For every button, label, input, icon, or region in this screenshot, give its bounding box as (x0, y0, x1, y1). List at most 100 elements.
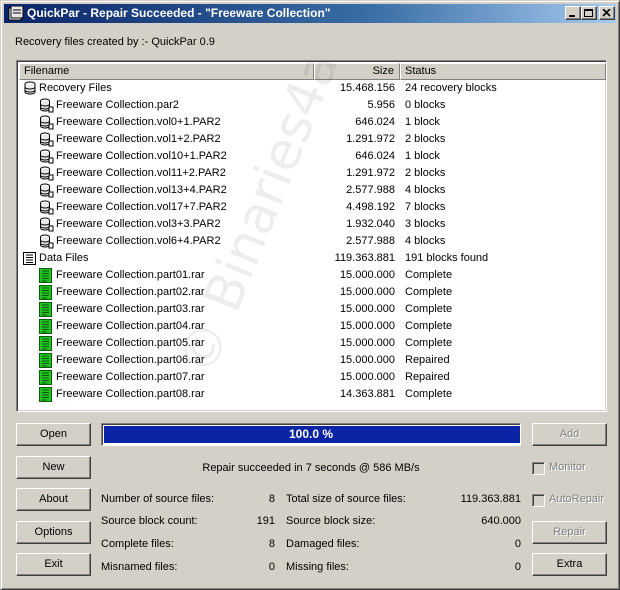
quickpar-window: QuickPar - Repair Succeeded - "Freeware … (0, 0, 620, 590)
close-button[interactable] (599, 6, 615, 20)
file-size: 14.363.881 (339, 388, 395, 400)
file-status: Complete (405, 388, 453, 400)
file-name: Freeware Collection.part04.rar (56, 320, 205, 332)
options-button[interactable]: Options (16, 521, 91, 544)
list-item[interactable]: Freeware Collection.vol17+7.PAR2 4.498.19… (19, 199, 606, 216)
missing-files-label: Missing files: (286, 561, 349, 573)
minimize-button[interactable] (565, 6, 581, 20)
maximize-button[interactable] (581, 6, 597, 20)
monitor-checkbox-box[interactable] (532, 462, 545, 475)
par-file-icon (38, 98, 54, 113)
file-status: 1 block (405, 116, 440, 128)
list-item[interactable]: Freeware Collection.part04.rar 15.000.000… (19, 318, 606, 335)
list-group-row[interactable]: Recovery Files 15.468.156 24 recovery bloc… (19, 80, 606, 97)
file-status: Complete (405, 320, 453, 332)
file-status: 4 blocks (405, 184, 446, 196)
file-status: Complete (405, 286, 453, 298)
file-size: 646.024 (355, 116, 395, 128)
file-name: Freeware Collection.vol11+2.PAR2 (56, 167, 226, 179)
file-status: 24 recovery blocks (405, 82, 497, 94)
exit-button[interactable]: Exit (16, 553, 91, 576)
repair-button[interactable]: Repair (532, 521, 607, 544)
list-item[interactable]: Freeware Collection.part07.rar 15.000.000… (19, 369, 606, 386)
list-item[interactable]: Freeware Collection.vol3+3.PAR2 1.932.040… (19, 216, 606, 233)
window-title: QuickPar - Repair Succeeded - "Freeware … (27, 6, 331, 20)
list-rows: Recovery Files 15.468.156 24 recovery bloc… (19, 80, 606, 403)
open-button[interactable]: Open (16, 423, 91, 446)
misnamed-files-value: 0 (268, 561, 275, 573)
source-block-count-label: Source block count: (101, 515, 198, 527)
list-item[interactable]: Freeware Collection.part02.rar 15.000.000… (19, 284, 606, 301)
list-item[interactable]: Freeware Collection.par2 5.956 0 blocks (19, 97, 606, 114)
num-source-files-value: 8 (268, 493, 275, 505)
par-file-icon (38, 149, 54, 164)
file-status: Complete (405, 303, 453, 315)
list-item[interactable]: Freeware Collection.part05.rar 15.000.000… (19, 335, 606, 352)
file-size: 2.577.988 (346, 235, 395, 247)
list-group-row[interactable]: Data Files 119.363.881 191 blocks found (19, 250, 606, 267)
file-status: 1 block (405, 150, 440, 162)
file-name: Freeware Collection.vol10+1.PAR2 (56, 150, 227, 162)
file-name: Freeware Collection.part03.rar (56, 303, 205, 315)
monitor-label: Monitor (549, 461, 586, 473)
column-header-filename[interactable]: Filename (19, 63, 314, 80)
file-status: 3 blocks (405, 218, 446, 230)
file-list[interactable]: Filename Size Status Recovery Files 15.46… (16, 60, 607, 412)
file-size: 119.363.881 (334, 252, 395, 264)
list-item[interactable]: Freeware Collection.part03.rar 15.000.000… (19, 301, 606, 318)
close-icon (602, 9, 611, 17)
list-item[interactable]: Freeware Collection.vol11+2.PAR2 1.291.97… (19, 165, 606, 182)
file-status: Complete (405, 269, 453, 281)
list-item[interactable]: Freeware Collection.part01.rar 15.000.000… (19, 267, 606, 284)
about-button[interactable]: About (16, 488, 91, 511)
recovery-group-icon (22, 81, 38, 96)
file-status: Complete (405, 337, 453, 349)
file-status: 7 blocks (405, 201, 446, 213)
misnamed-files-label: Misnamed files: (101, 561, 178, 573)
file-status: Repaired (405, 354, 450, 366)
par-file-icon (38, 217, 54, 232)
rar-file-icon (38, 336, 54, 351)
file-size: 15.000.000 (339, 303, 395, 315)
list-item[interactable]: Freeware Collection.vol0+1.PAR2 646.024 1 … (19, 114, 606, 131)
file-name: Freeware Collection.vol13+4.PAR2 (56, 184, 227, 196)
source-block-count-value: 191 (256, 515, 275, 527)
file-status: 191 blocks found (405, 252, 489, 264)
data-group-icon (22, 251, 38, 266)
par-file-icon (38, 183, 54, 198)
autorepair-label: AutoRepair (549, 493, 605, 505)
created-by-label: Recovery files created by :- QuickPar 0.… (15, 36, 215, 48)
file-name: Data Files (39, 252, 89, 264)
list-item[interactable]: Freeware Collection.part06.rar 15.000.000… (19, 352, 606, 369)
list-item[interactable]: Freeware Collection.vol1+2.PAR2 1.291.972… (19, 131, 606, 148)
title-bar[interactable]: QuickPar - Repair Succeeded - "Freeware … (4, 4, 616, 23)
file-status: Repaired (405, 371, 450, 383)
extra-button[interactable]: Extra (532, 553, 607, 576)
autorepair-checkbox-box[interactable] (532, 494, 545, 507)
list-item[interactable]: Freeware Collection.vol6+4.PAR2 2.577.988… (19, 233, 606, 250)
rar-file-icon (38, 285, 54, 300)
list-item[interactable]: Freeware Collection.vol13+4.PAR2 2.577.98… (19, 182, 606, 199)
quickpar-app-icon (8, 6, 24, 21)
status-message: Repair succeeded in 7 seconds @ 586 MB/s (202, 462, 420, 474)
file-name: Freeware Collection.vol0+1.PAR2 (56, 116, 221, 128)
column-header-status[interactable]: Status (400, 63, 606, 80)
list-item[interactable]: Freeware Collection.part08.rar 14.363.881… (19, 386, 606, 403)
total-size-value: 119.363.881 (460, 493, 521, 505)
file-status: 0 blocks (405, 99, 446, 111)
file-name: Freeware Collection.part05.rar (56, 337, 205, 349)
maximize-icon (584, 9, 593, 17)
new-button[interactable]: New (16, 456, 91, 479)
rar-file-icon (38, 370, 54, 385)
file-size: 15.000.000 (339, 269, 395, 281)
file-status: 4 blocks (405, 235, 446, 247)
add-button[interactable]: Add (532, 423, 607, 446)
list-item[interactable]: Freeware Collection.vol10+1.PAR2 646.024 1… (19, 148, 606, 165)
file-name: Recovery Files (39, 82, 112, 94)
file-size: 1.932.040 (346, 218, 395, 230)
damaged-files-value: 0 (514, 538, 521, 550)
file-size: 15.000.000 (339, 286, 395, 298)
column-header-size[interactable]: Size (314, 63, 400, 80)
progress-bar: 100.0 % (101, 423, 521, 446)
file-size: 5.956 (367, 99, 395, 111)
